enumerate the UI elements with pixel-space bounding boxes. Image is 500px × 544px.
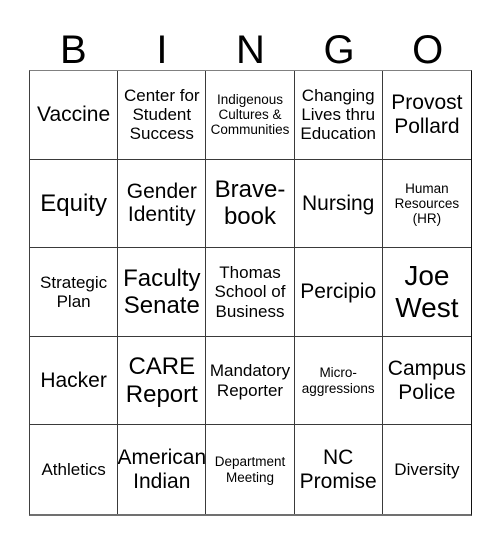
bingo-cell-r1c2[interactable]: Center for Student Success: [118, 71, 207, 160]
bingo-cell-label: Athletics: [41, 460, 106, 480]
bingo-cell-r2c3[interactable]: Brave- book: [206, 159, 295, 249]
bingo-cell-r4c3[interactable]: Mandatory Reporter: [206, 336, 295, 426]
bingo-cell-label: Joe West: [395, 260, 459, 323]
bingo-cell-r3c2[interactable]: Faculty Senate: [118, 248, 207, 337]
bingo-cell-r4c4[interactable]: Micro- aggressions: [294, 336, 383, 426]
bingo-cell-label: Center for Student Success: [123, 85, 200, 144]
bingo-cell-r1c4[interactable]: Changing Lives thru Education: [294, 71, 383, 160]
bingo-header-letter-i: I: [156, 28, 168, 72]
bingo-cell-r3c1[interactable]: Strategic Plan: [30, 248, 119, 337]
bingo-cell-r2c5[interactable]: Human Resources (HR): [382, 160, 471, 249]
bingo-cell-r5c1[interactable]: Athletics: [30, 425, 119, 514]
bingo-header-letter-o: O: [412, 28, 444, 72]
bingo-cell-label: Nursing: [302, 191, 375, 215]
bingo-header-letter-g: G: [323, 28, 355, 72]
bingo-cell-r1c1[interactable]: Vaccine: [30, 71, 119, 160]
bingo-cell-r5c2[interactable]: American Indian: [118, 425, 207, 514]
bingo-cell-label: NC Promise: [299, 445, 377, 493]
bingo-cell-r5c3[interactable]: Department Meeting: [206, 425, 295, 514]
bingo-cell-r5c5[interactable]: Diversity: [383, 425, 471, 514]
bingo-grid: Vaccine Center for Student Success Indigen…: [29, 70, 472, 516]
bingo-cell-label: Gender Identity: [126, 179, 197, 227]
bingo-cell-label: Changing Lives thru Education: [300, 85, 376, 144]
bingo-cell-label: Micro- aggressions: [301, 365, 375, 396]
bingo-cell-r2c4[interactable]: Nursing: [294, 159, 383, 249]
bingo-cell-r2c1[interactable]: Equity: [30, 159, 119, 249]
bingo-cell-label: Diversity: [394, 460, 460, 480]
bingo-cell-label: Campus Police: [387, 356, 466, 404]
bingo-cell-label: Faculty Senate: [123, 264, 201, 319]
bingo-header: B I N G O: [29, 18, 472, 70]
bingo-cell-label: Vaccine: [37, 102, 111, 126]
bingo-cell-label: Human Resources (HR): [394, 180, 460, 227]
bingo-cell-r4c1[interactable]: Hacker: [30, 336, 119, 426]
bingo-cell-label: Equity: [40, 189, 107, 217]
bingo-cell-r5c4[interactable]: NC Promise: [295, 425, 383, 514]
bingo-card: B I N G O Vaccine Center for Student Succ…: [0, 0, 500, 544]
bingo-cell-r1c3[interactable]: Indigenous Cultures & Communities: [206, 71, 295, 160]
bingo-cell-r3c3[interactable]: Thomas School of Business: [206, 248, 295, 337]
bingo-cell-label: Brave- book: [214, 176, 286, 231]
bingo-cell-r2c2[interactable]: Gender Identity: [118, 159, 207, 249]
bingo-header-letter-n: N: [236, 28, 265, 72]
bingo-cell-label: Indigenous Cultures & Communities: [210, 91, 290, 138]
bingo-cell-label: Percipio: [300, 280, 377, 304]
bingo-cell-label: Thomas School of Business: [214, 263, 286, 321]
bingo-cell-r4c2[interactable]: CARE Report: [118, 336, 207, 426]
bingo-cell-label: CARE Report: [125, 353, 198, 408]
bingo-cell-r1c5[interactable]: Provost Pollard: [382, 71, 471, 160]
bingo-cell-r3c4[interactable]: Percipio: [294, 248, 383, 337]
bingo-cell-label: Strategic Plan: [40, 272, 108, 311]
bingo-cell-r4c5[interactable]: Campus Police: [382, 337, 471, 426]
bingo-cell-label: American Indian: [118, 445, 207, 493]
bingo-cell-label: Provost Pollard: [391, 91, 463, 138]
bingo-header-letter-b: B: [59, 28, 87, 72]
bingo-cell-label: Hacker: [40, 368, 107, 392]
bingo-cell-label: Department Meeting: [214, 454, 286, 485]
bingo-cell-r3c5[interactable]: Joe West: [382, 248, 471, 337]
bingo-cell-label: Mandatory Reporter: [209, 361, 291, 400]
